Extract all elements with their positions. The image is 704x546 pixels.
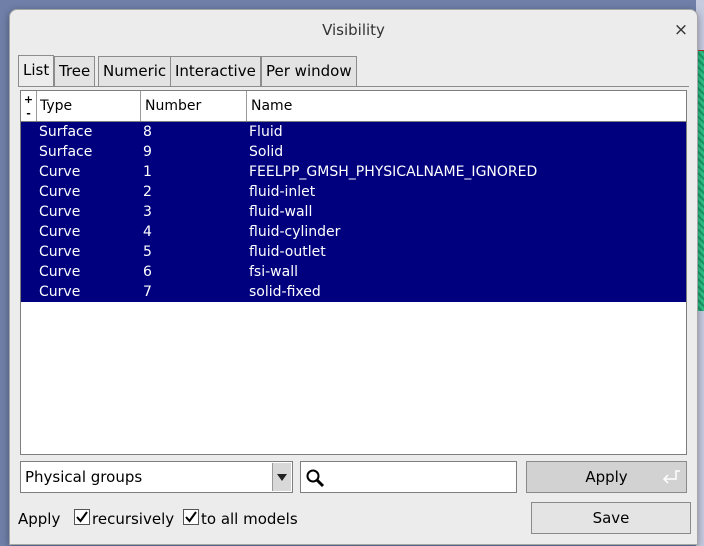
all-models-checkbox[interactable]: [183, 509, 199, 525]
row-name: solid-fixed: [249, 284, 321, 300]
all-models-label: to all models: [201, 510, 298, 528]
apply-button-label: Apply: [585, 468, 628, 486]
table-row[interactable]: Curve 2 fluid-inlet: [21, 182, 686, 202]
row-number: 8: [143, 124, 152, 140]
column-header-name[interactable]: Name: [247, 91, 686, 121]
row-number: 5: [143, 244, 152, 260]
row-number: 3: [143, 204, 152, 220]
table-row[interactable]: Curve 7 solid-fixed: [21, 282, 686, 302]
recursively-checkbox[interactable]: [74, 509, 90, 525]
save-button[interactable]: Save: [531, 502, 691, 534]
group-type-select[interactable]: Physical groups: [20, 461, 293, 493]
column-header-type[interactable]: Type: [36, 91, 141, 121]
table-row[interactable]: Curve 1 FEELPP_GMSH_PHYSICALNAME_IGNORED: [21, 162, 686, 182]
table-row[interactable]: Curve 4 fluid-cylinder: [21, 222, 686, 242]
row-number: 9: [143, 144, 152, 160]
select-all-toggle[interactable]: + -: [21, 91, 37, 121]
row-type: Curve: [39, 244, 81, 260]
return-icon: [662, 470, 680, 484]
table-row[interactable]: Curve 5 fluid-outlet: [21, 242, 686, 262]
title-bar[interactable]: Visibility ×: [10, 10, 697, 50]
search-icon: [306, 469, 325, 488]
apply-button[interactable]: Apply: [526, 461, 687, 493]
window-title: Visibility: [322, 21, 385, 39]
row-number: 4: [143, 224, 152, 240]
row-number: 6: [143, 264, 152, 280]
row-number: 2: [143, 184, 152, 200]
row-number: 7: [143, 284, 152, 300]
table-row[interactable]: Curve 3 fluid-wall: [21, 202, 686, 222]
row-type: Surface: [39, 124, 93, 140]
tab-interactive[interactable]: Interactive: [170, 56, 261, 86]
check-icon: [76, 511, 88, 523]
row-type: Curve: [39, 264, 81, 280]
table-row[interactable]: Surface 8 Fluid: [21, 122, 686, 142]
row-name: fsi-wall: [249, 264, 298, 280]
table-row[interactable]: Curve 6 fsi-wall: [21, 262, 686, 282]
recursively-label: recursively: [92, 510, 175, 528]
select-all-plus[interactable]: +: [21, 94, 36, 105]
row-name: fluid-inlet: [249, 184, 316, 200]
table-row[interactable]: Surface 9 Solid: [21, 142, 686, 162]
row-name: Fluid: [249, 124, 283, 140]
row-number: 1: [143, 164, 152, 180]
group-type-value: Physical groups: [25, 468, 143, 486]
search-field[interactable]: [300, 461, 517, 493]
row-type: Curve: [39, 204, 81, 220]
visibility-list[interactable]: + - Type Number Name Surface 8 Fluid Sur…: [20, 90, 687, 455]
visibility-dialog: Visibility × List Tree Numeric Interacti…: [9, 9, 698, 545]
tab-per-window[interactable]: Per window: [261, 56, 357, 86]
row-name: fluid-outlet: [249, 244, 326, 260]
row-name: fluid-wall: [249, 204, 313, 220]
row-type: Curve: [39, 184, 81, 200]
row-name: FEELPP_GMSH_PHYSICALNAME_IGNORED: [249, 164, 538, 180]
row-name: fluid-cylinder: [249, 224, 341, 240]
chevron-down-icon[interactable]: [272, 463, 291, 491]
row-name: Solid: [249, 144, 284, 160]
tab-divider: [18, 86, 689, 87]
tab-tree[interactable]: Tree: [54, 56, 96, 86]
table-header: + - Type Number Name: [21, 91, 686, 122]
column-header-number[interactable]: Number: [141, 91, 247, 121]
tab-list[interactable]: List: [18, 55, 55, 86]
close-icon[interactable]: ×: [672, 21, 690, 39]
row-type: Curve: [39, 284, 81, 300]
row-type: Curve: [39, 164, 81, 180]
check-icon: [185, 511, 197, 523]
row-type: Curve: [39, 224, 81, 240]
deselect-all-minus[interactable]: -: [21, 108, 36, 119]
table-rows: Surface 8 Fluid Surface 9 Solid Curve 1 …: [21, 122, 686, 302]
row-type: Surface: [39, 144, 93, 160]
apply-options-label: Apply: [18, 510, 61, 528]
tab-numeric[interactable]: Numeric: [98, 56, 172, 86]
